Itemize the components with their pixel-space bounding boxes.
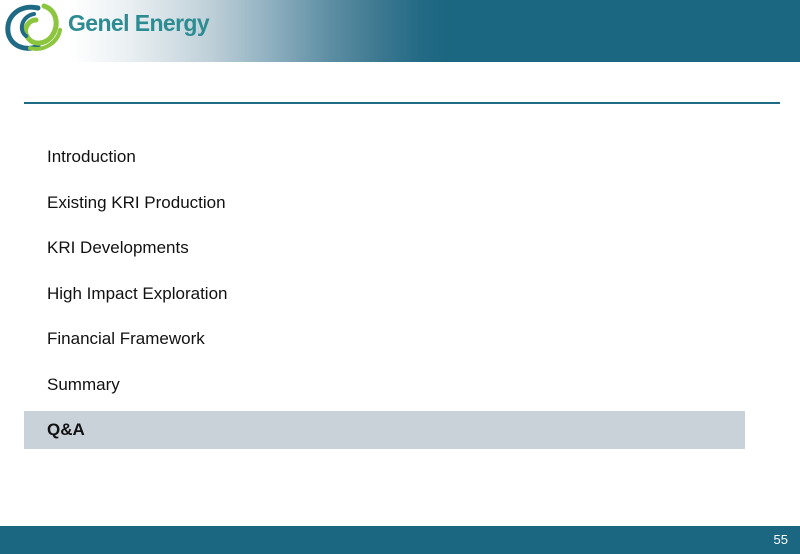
genel-swirl-logo-icon xyxy=(5,3,62,51)
agenda-item-active: Q&A xyxy=(24,411,745,449)
agenda-item: KRI Developments xyxy=(47,238,189,257)
agenda-item: Summary xyxy=(47,374,120,394)
agenda-item: Introduction xyxy=(47,147,136,166)
agenda-item: Financial Framework xyxy=(47,329,205,348)
agenda-list: Introduction Existing KRI Production KRI D… xyxy=(24,134,745,449)
footer-band: 55 xyxy=(0,526,800,554)
page-number: 55 xyxy=(773,532,788,547)
agenda-item: High Impact Exploration xyxy=(47,283,228,303)
agenda-item: Existing KRI Production xyxy=(47,192,226,212)
title-divider xyxy=(24,102,780,104)
company-logo: Genel Energy xyxy=(4,0,210,56)
header-band: Genel Energy xyxy=(0,0,800,62)
logo-wordmark: Genel Energy xyxy=(68,9,210,36)
